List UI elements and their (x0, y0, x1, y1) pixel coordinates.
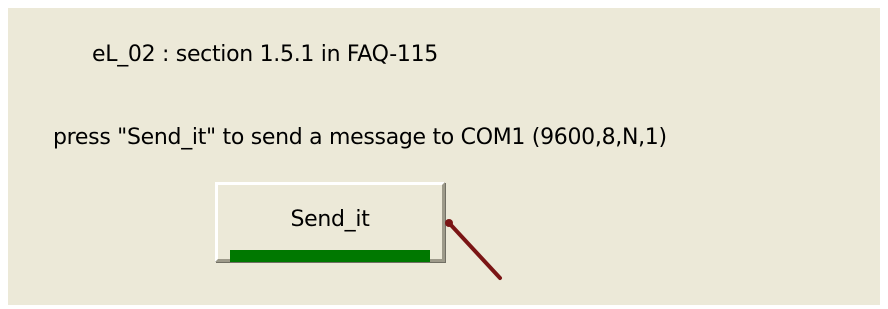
title-text: eL_02 : section 1.5.1 in FAQ-115 (92, 42, 438, 67)
send-progress-bar (230, 250, 430, 262)
instruction-text: press "Send_it" to send a message to COM… (53, 125, 667, 150)
send-it-button-label: Send_it (290, 207, 370, 232)
send-it-button[interactable]: Send_it (215, 182, 445, 262)
